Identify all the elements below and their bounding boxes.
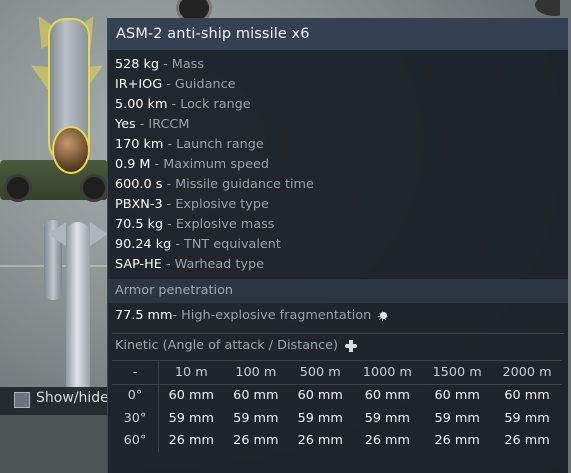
stat-guidance-time: 600.0 s - Missile guidance time [115, 177, 314, 192]
penetration-cell: 26 mm [504, 433, 550, 449]
penetration-cell: 59 mm [168, 410, 214, 426]
distance-header: 1000 m [362, 364, 412, 380]
armor-penetration-header: Armor penetration [108, 279, 568, 303]
fragmentation-row: 77.5 mm - High-explosive fragmentation [108, 303, 568, 331]
penetration-table: - 10 m 100 m 500 m 1000 m 1500 m 2000 m … [112, 360, 562, 452]
penetration-cell: 59 mm [434, 410, 480, 426]
angle-cell: 0° [112, 384, 159, 407]
penetration-cell: 26 mm [168, 433, 214, 449]
missile-seeker-head [52, 126, 90, 174]
penetration-cell: 59 mm [233, 410, 279, 426]
table-header-row: - 10 m 100 m 500 m 1000 m 1500 m 2000 m [112, 360, 562, 384]
kinetic-icon [344, 339, 358, 353]
stat-warhead-type: SAP-HE - Warhead type [115, 257, 264, 272]
penetration-cell: 60 mm [168, 388, 214, 404]
penetration-cell: 60 mm [364, 388, 410, 404]
weapon-title: ASM-2 anti-ship missile x6 [116, 26, 310, 42]
penetration-cell: 60 mm [504, 388, 550, 404]
penetration-cell: 26 mm [297, 433, 343, 449]
missile-body [66, 222, 90, 397]
table-row: 30° 59 mm 59 mm 59 mm 59 mm 59 mm 59 mm [112, 407, 562, 430]
cart-wheel [80, 174, 108, 202]
penetration-cell: 26 mm [434, 433, 480, 449]
missile-fin [48, 222, 66, 246]
penetration-cell: 60 mm [434, 388, 480, 404]
penetration-cell: 59 mm [297, 410, 343, 426]
distance-header: 100 m [235, 364, 277, 380]
stat-max-speed: 0.9 M - Maximum speed [115, 157, 270, 172]
missile-fin [90, 222, 108, 246]
weapon-stats: 528 kg - Mass IR+IOG - Guidance 5.00 km … [108, 50, 568, 275]
stat-irccm: Yes - IRCCM [115, 117, 190, 132]
stat-mass: 528 kg - Mass [115, 57, 205, 72]
table-row: 60° 26 mm 26 mm 26 mm 26 mm 26 mm 26 mm [112, 429, 562, 452]
kinetic-title: Kinetic (Angle of attack / Distance) [115, 338, 339, 353]
penetration-cell: 59 mm [504, 410, 550, 426]
fragmentation-icon [377, 305, 391, 331]
distance-header: 2000 m [502, 364, 552, 380]
penetration-cell: 59 mm [364, 410, 410, 426]
weapon-tooltip: ASM-2 anti-ship missile x6 528 kg - Mass… [107, 18, 568, 473]
background-strip [0, 415, 110, 473]
stat-tnt-equivalent: 90.24 kg - TNT equivalent [115, 237, 281, 252]
stat-launch-range: 170 km - Launch range [115, 137, 264, 152]
distance-header: 10 m [174, 364, 208, 380]
tooltip-title-bar: ASM-2 anti-ship missile x6 [108, 18, 568, 50]
angle-cell: 60° [112, 429, 159, 452]
show-hide-label[interactable]: Show/hide [36, 390, 109, 406]
table-corner: - [112, 360, 159, 384]
stat-lock-range: 5.00 km - Lock range [115, 97, 251, 112]
distance-header: 500 m [299, 364, 341, 380]
stat-guidance: IR+IOG - Guidance [115, 77, 236, 92]
distance-header: 1500 m [432, 364, 482, 380]
fragmentation-label: - High-explosive fragmentation [172, 308, 372, 323]
angle-cell: 30° [112, 407, 159, 430]
penetration-cell: 60 mm [297, 388, 343, 404]
stat-explosive-type: PBXN-3 - Explosive type [115, 197, 269, 212]
missile-model [48, 222, 108, 397]
penetration-cell: 26 mm [364, 433, 410, 449]
cart-wheel [4, 174, 32, 202]
show-hide-checkbox[interactable] [14, 392, 30, 408]
stat-explosive-mass: 70.5 kg - Explosive mass [115, 217, 275, 232]
table-row: 0° 60 mm 60 mm 60 mm 60 mm 60 mm 60 mm [112, 384, 562, 407]
fragmentation-value: 77.5 mm [115, 308, 173, 323]
penetration-cell: 60 mm [233, 388, 279, 404]
selected-missile-model[interactable] [24, 9, 110, 174]
kinetic-header: Kinetic (Angle of attack / Distance) [108, 334, 568, 358]
penetration-cell: 26 mm [233, 433, 279, 449]
